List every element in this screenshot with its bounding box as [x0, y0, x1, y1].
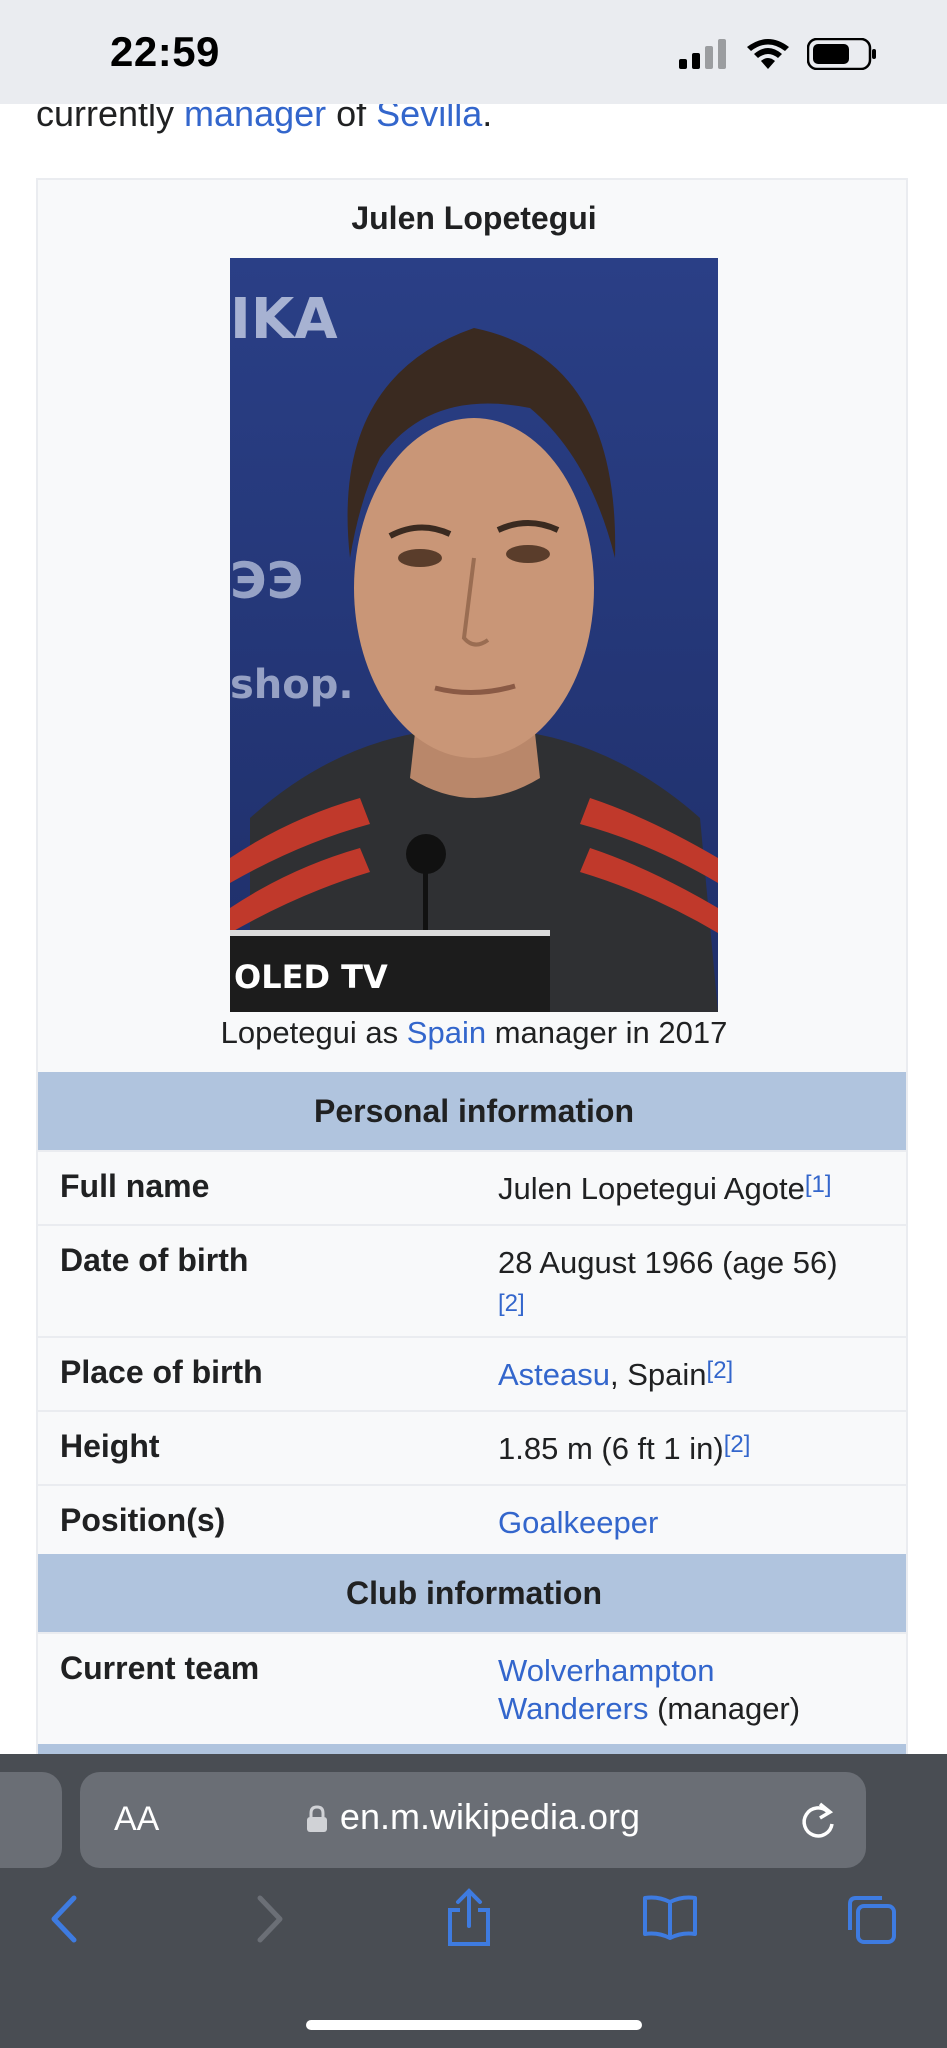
position-label: Position(s) — [60, 1502, 226, 1538]
cellular-signal-icon — [679, 39, 726, 69]
wifi-icon — [747, 39, 789, 69]
battery-icon — [807, 38, 876, 70]
full-name-label: Full name — [60, 1168, 210, 1204]
status-icons — [679, 38, 877, 70]
row-date-of-birth: Date of birth 28 August 1966 (age 56) [2] — [38, 1224, 906, 1336]
svg-text:shop.: shop. — [230, 662, 354, 708]
wanderers-link[interactable]: Wanderers — [498, 1691, 648, 1726]
browser-toolbar: AA en.m.wikipedia.org — [0, 1754, 947, 2048]
date-of-birth-value: 28 August 1966 (age 56) [2] — [498, 1245, 838, 1317]
infobox: Julen Lopetegui IKA ЭЭ shop. OLED TV Lop… — [36, 178, 908, 1758]
caption-prefix: Lopetegui as — [220, 1015, 407, 1050]
place-of-birth-label: Place of birth — [60, 1354, 263, 1390]
place-of-birth-value: Asteasu, Spain[2] — [498, 1357, 734, 1392]
status-bar: 22:59 — [0, 0, 947, 104]
goalkeeper-link[interactable]: Goalkeeper — [498, 1505, 658, 1540]
wolverhampton-link[interactable]: Wolverhampton — [498, 1653, 715, 1688]
row-place-of-birth: Place of birth Asteasu, Spain[2] — [38, 1336, 906, 1410]
personal-information-header: Personal information — [38, 1072, 906, 1150]
infobox-title: Julen Lopetegui — [351, 200, 597, 236]
ref-link[interactable]: [2] — [498, 1290, 525, 1317]
row-position: Position(s) Goalkeeper — [38, 1484, 906, 1554]
row-current-team: Current team Wolverhampton Wanderers (man… — [38, 1632, 906, 1744]
current-team-label: Current team — [60, 1650, 260, 1686]
asteasu-link[interactable]: Asteasu — [498, 1357, 610, 1392]
previous-tab-preview[interactable] — [0, 1772, 62, 1868]
tabs-icon[interactable] — [846, 1894, 898, 1946]
full-name-value: Julen Lopetegui Agote[1] — [498, 1171, 832, 1206]
address-bar[interactable]: AA en.m.wikipedia.org — [80, 1772, 866, 1868]
row-height: Height 1.85 m (6 ft 1 in)[2] — [38, 1410, 906, 1484]
caption-suffix: manager in 2017 — [486, 1015, 728, 1050]
back-icon[interactable] — [48, 1894, 80, 1944]
height-label: Height — [60, 1428, 160, 1464]
portrait-illustration: IKA ЭЭ shop. OLED TV — [230, 258, 718, 1012]
lock-icon — [306, 1805, 327, 1833]
svg-text:IKA: IKA — [230, 287, 338, 352]
row-full-name: Full name Julen Lopetegui Agote[1] — [38, 1150, 906, 1224]
svg-text:ЭЭ: ЭЭ — [230, 552, 303, 610]
status-time: 22:59 — [110, 28, 220, 75]
reload-icon[interactable] — [798, 1798, 838, 1842]
bookmarks-icon[interactable] — [642, 1894, 698, 1940]
position-value: Goalkeeper — [498, 1504, 898, 1542]
club-information-header: Club information — [38, 1554, 906, 1632]
url-display[interactable]: en.m.wikipedia.org — [80, 1796, 866, 1838]
ref-link[interactable]: [1] — [805, 1171, 832, 1198]
url-text: en.m.wikipedia.org — [339, 1796, 641, 1837]
forward-icon[interactable] — [254, 1894, 286, 1944]
photo-nameplate-text: OLED TV — [234, 958, 388, 996]
ref-link[interactable]: [2] — [724, 1431, 751, 1458]
ref-link[interactable]: [2] — [707, 1357, 734, 1384]
portrait-photo[interactable]: IKA ЭЭ shop. OLED TV — [230, 258, 718, 1012]
photo-caption: Lopetegui as Spain manager in 2017 — [38, 1015, 906, 1051]
height-value: 1.85 m (6 ft 1 in)[2] — [498, 1431, 751, 1466]
share-icon[interactable] — [446, 1888, 492, 1948]
home-indicator[interactable] — [306, 2020, 642, 2030]
spain-link[interactable]: Spain — [407, 1015, 486, 1050]
current-team-value: Wolverhampton Wanderers (manager) — [498, 1653, 801, 1726]
date-of-birth-label: Date of birth — [60, 1242, 249, 1278]
